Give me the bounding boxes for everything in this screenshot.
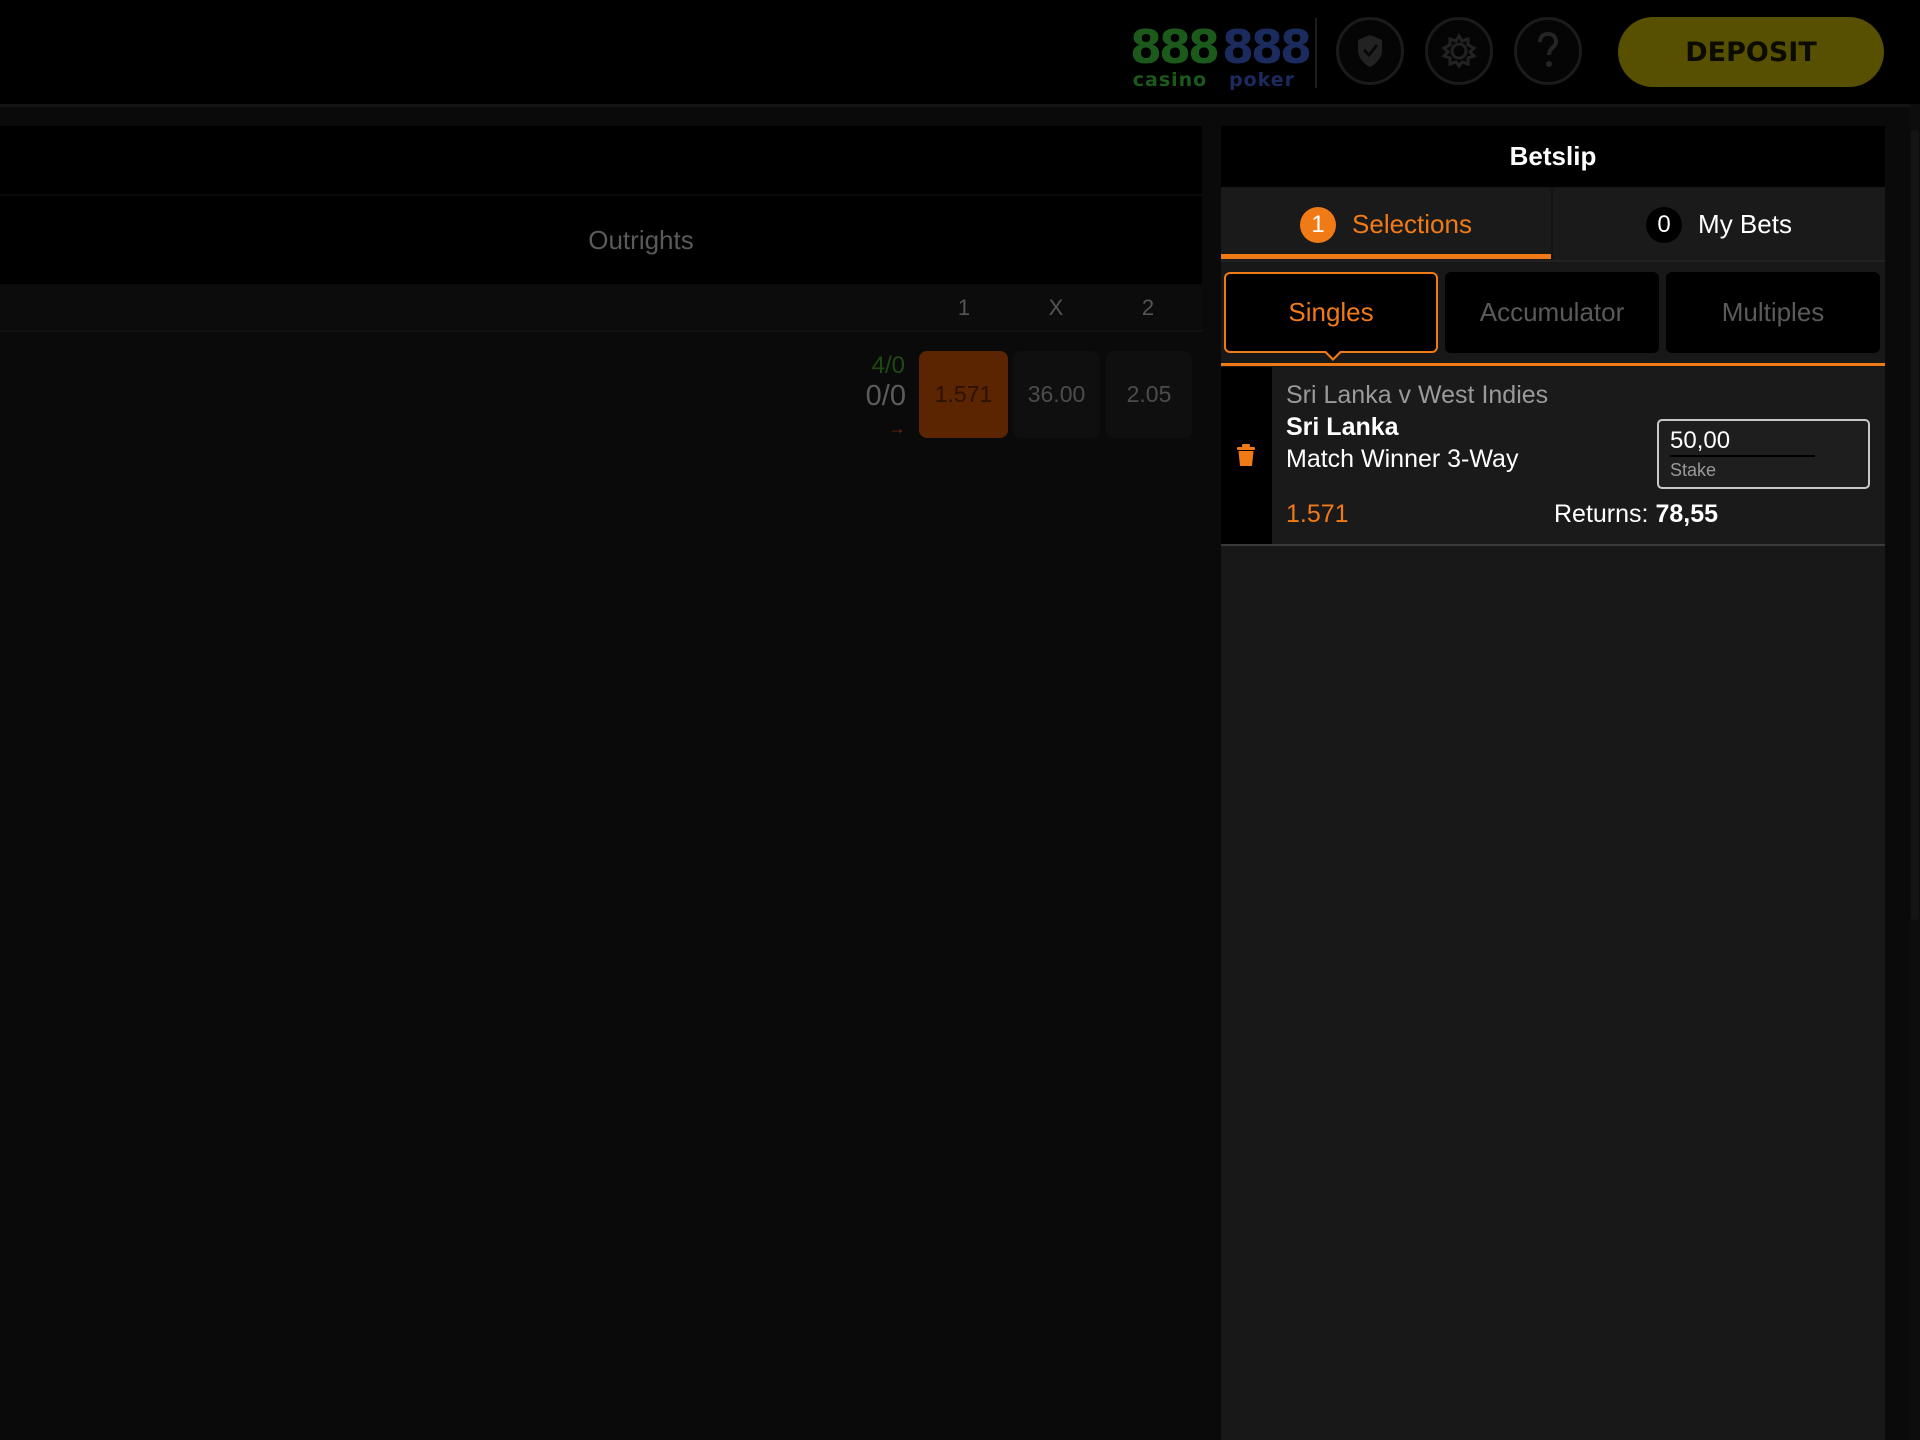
casino-logo-number: 888 xyxy=(1130,20,1220,74)
selection-name: Sri Lanka xyxy=(1286,413,1399,441)
stake-input[interactable] xyxy=(1670,427,1815,457)
help-button[interactable] xyxy=(1514,17,1582,85)
bet-type-separator xyxy=(1221,363,1885,366)
poker-logo-number: 888 xyxy=(1222,20,1312,74)
deposit-button[interactable]: DEPOSIT xyxy=(1618,17,1884,87)
betslip-tabs: 1 Selections 0 My Bets xyxy=(1221,189,1885,262)
event-name: Sri Lanka v West Indies xyxy=(1286,381,1549,409)
odds-button-home[interactable]: 1.571 xyxy=(919,351,1008,438)
shield-check-icon xyxy=(1358,35,1382,67)
stake-label: Stake xyxy=(1670,460,1717,480)
tab-selections-label: Selections xyxy=(1352,209,1472,239)
potential-returns: Returns: 78,55 xyxy=(1554,500,1718,529)
poker-logo[interactable]: 888 poker xyxy=(1222,20,1312,91)
responsible-gaming-button[interactable] xyxy=(1336,17,1404,85)
event-header-bar xyxy=(0,126,1202,194)
arrow-right-icon: → xyxy=(888,418,906,438)
casino-logo-label: casino xyxy=(1132,69,1208,91)
column-header-2: 2 xyxy=(1141,295,1155,320)
scrollbar-thumb[interactable] xyxy=(1911,130,1919,920)
accumulator-button[interactable]: Accumulator xyxy=(1445,272,1659,353)
score-primary: 0/0 xyxy=(865,380,906,412)
tab-selections[interactable]: 1 Selections xyxy=(1221,189,1551,260)
my-bets-count-badge: 0 xyxy=(1646,206,1683,243)
remove-selection-button[interactable] xyxy=(1237,444,1255,471)
header-divider xyxy=(1315,18,1317,88)
multiples-button[interactable]: Multiples xyxy=(1666,272,1880,353)
settings-button[interactable] xyxy=(1425,17,1493,85)
poker-logo-label: poker xyxy=(1228,69,1296,91)
market-column-headers: 1 X 2 xyxy=(0,286,1202,332)
odds-button-draw[interactable]: 36.00 xyxy=(1013,351,1100,438)
score-secondary: 4/0 xyxy=(871,352,905,379)
singles-button[interactable]: Singles xyxy=(1224,272,1438,353)
column-header-1: 1 xyxy=(957,295,971,320)
column-header-x: X xyxy=(1048,295,1064,320)
outrights-label: Outrights xyxy=(588,224,694,255)
active-type-pointer-fill xyxy=(1325,350,1341,358)
outrights-tab[interactable]: Outrights xyxy=(0,196,1202,284)
selections-count-badge: 1 xyxy=(1300,206,1337,243)
stake-field[interactable]: Stake xyxy=(1657,419,1870,489)
tab-my-bets[interactable]: 0 My Bets xyxy=(1553,189,1885,260)
active-tab-indicator xyxy=(1221,254,1551,259)
market-name: Match Winner 3-Way xyxy=(1286,445,1519,473)
trash-icon xyxy=(1237,444,1255,466)
selection-odds: 1.571 xyxy=(1286,500,1349,528)
betslip-title: Betslip xyxy=(1221,126,1885,187)
returns-label: Returns: xyxy=(1554,500,1649,528)
gear-icon xyxy=(1441,33,1477,69)
tab-my-bets-label: My Bets xyxy=(1698,209,1792,239)
returns-value: 78,55 xyxy=(1655,500,1718,528)
odds-button-away[interactable]: 2.05 xyxy=(1106,351,1192,438)
casino-logo[interactable]: 888 casino xyxy=(1130,20,1220,91)
help-icon xyxy=(1538,31,1559,67)
